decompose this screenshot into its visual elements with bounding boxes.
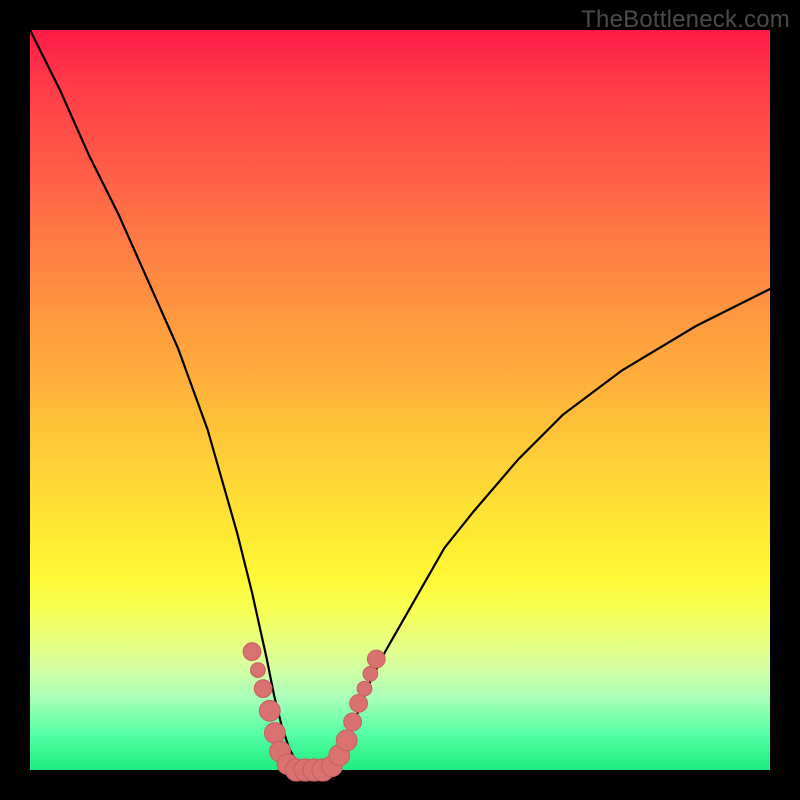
data-marker (259, 700, 280, 721)
bottleneck-curve (30, 30, 770, 770)
data-marker (350, 695, 368, 713)
data-marker (265, 723, 286, 744)
data-marker (357, 681, 372, 696)
chart-frame: TheBottleneck.com (0, 0, 800, 800)
data-marker (243, 643, 261, 661)
data-marker (251, 663, 266, 678)
curve-markers (243, 643, 385, 781)
chart-svg (30, 30, 770, 770)
data-marker (336, 730, 357, 751)
data-marker (363, 666, 378, 681)
data-marker (344, 713, 362, 731)
plot-area (30, 30, 770, 770)
data-marker (254, 680, 272, 698)
data-marker (367, 650, 385, 668)
